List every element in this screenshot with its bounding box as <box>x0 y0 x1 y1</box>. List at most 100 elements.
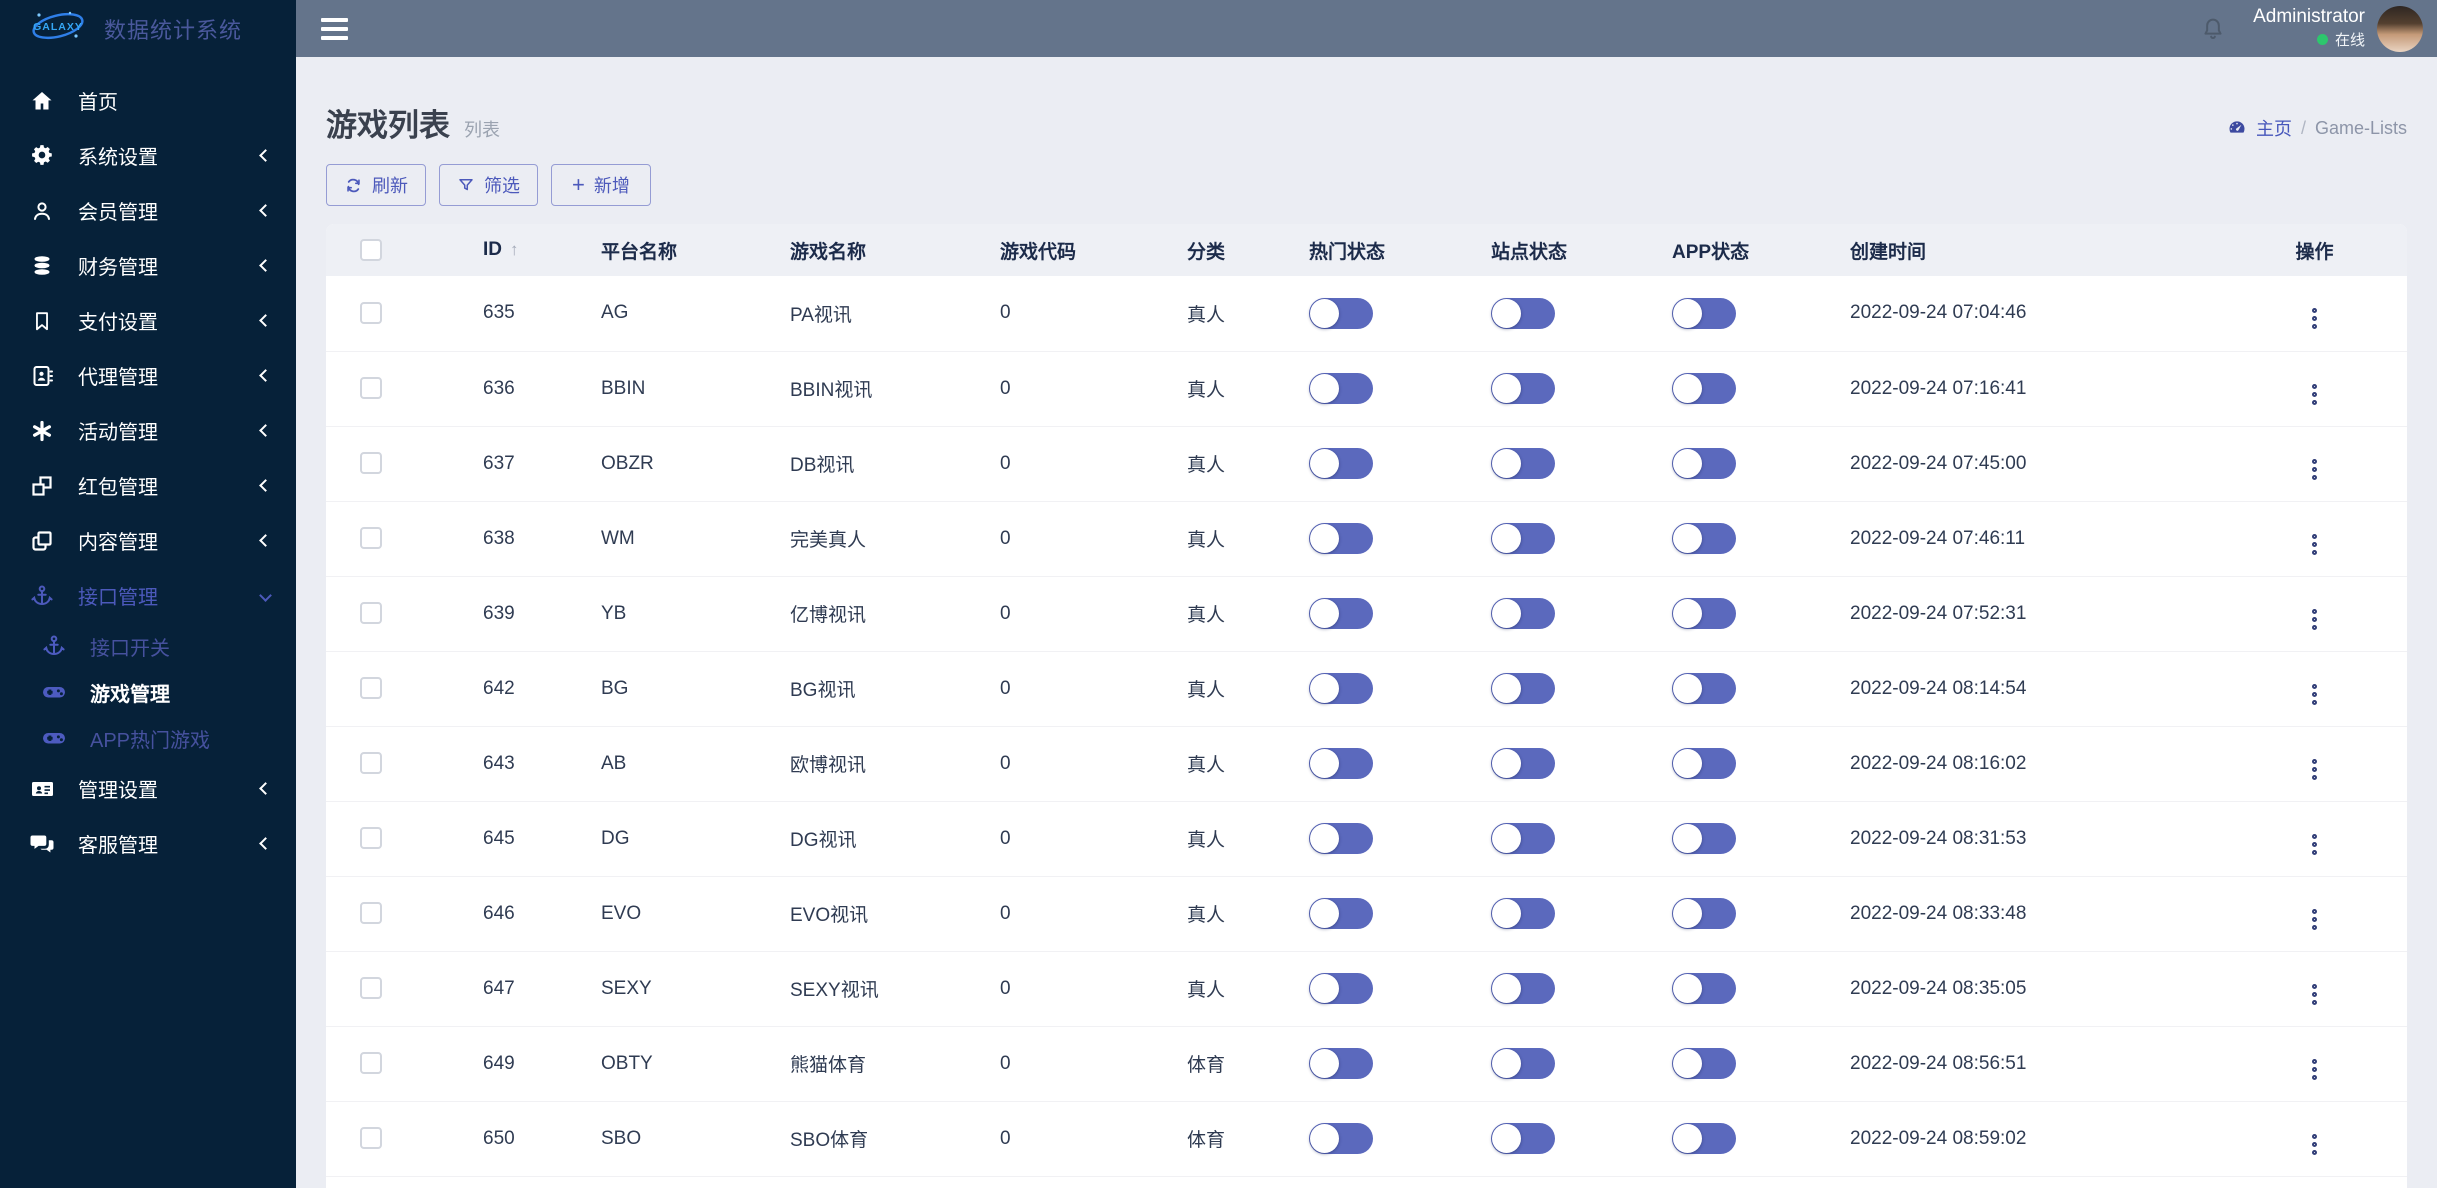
id-card-icon <box>26 777 58 801</box>
row-checkbox[interactable] <box>360 302 382 325</box>
row-actions-menu[interactable] <box>2312 383 2317 405</box>
add-button[interactable]: + 新增 <box>551 164 651 206</box>
hot-status-toggle[interactable] <box>1309 373 1373 404</box>
sidebar-item-接口管理[interactable]: 接口管理 <box>0 568 296 623</box>
row-checkbox[interactable] <box>360 752 382 775</box>
site-status-toggle[interactable] <box>1491 523 1555 554</box>
sidebar-item-客服管理[interactable]: 客服管理 <box>0 816 296 871</box>
row-actions-menu[interactable] <box>2312 758 2317 780</box>
row-actions-menu[interactable] <box>2312 1058 2317 1080</box>
row-checkbox[interactable] <box>360 677 382 700</box>
row-checkbox[interactable] <box>360 1127 382 1150</box>
sidebar-item-系统设置[interactable]: 系统设置 <box>0 128 296 183</box>
row-checkbox[interactable] <box>360 902 382 925</box>
chevron-icon <box>259 314 272 327</box>
sidebar-item-红包管理[interactable]: 红包管理 <box>0 458 296 513</box>
hot-status-toggle[interactable] <box>1309 973 1373 1004</box>
app-status-toggle[interactable] <box>1672 673 1736 704</box>
row-actions-menu[interactable] <box>2312 308 2317 330</box>
site-status-toggle[interactable] <box>1491 898 1555 929</box>
row-checkbox[interactable] <box>360 977 382 1000</box>
sidebar-item-首页[interactable]: 首页 <box>0 73 296 128</box>
site-status-toggle[interactable] <box>1491 1048 1555 1079</box>
hot-status-toggle[interactable] <box>1309 297 1373 329</box>
table-row: 643 AB 欧博视讯 0 真人 2022-09-24 08:16:02 <box>326 726 2407 802</box>
row-actions-menu[interactable] <box>2312 608 2317 630</box>
refresh-button[interactable]: 刷新 <box>326 164 426 206</box>
row-actions-menu[interactable] <box>2312 833 2317 855</box>
hot-status-toggle[interactable] <box>1309 1123 1373 1154</box>
app-status-toggle[interactable] <box>1672 1123 1736 1154</box>
app-status-toggle[interactable] <box>1672 973 1736 1004</box>
row-actions-menu[interactable] <box>2312 908 2317 930</box>
row-checkbox[interactable] <box>360 452 382 475</box>
app-status-toggle[interactable] <box>1672 523 1736 554</box>
user-avatar[interactable] <box>2377 5 2423 52</box>
select-all-checkbox[interactable] <box>360 238 382 261</box>
sidebar-subitem-APP热门游戏[interactable]: APP热门游戏 <box>0 715 296 761</box>
sort-asc-icon[interactable]: ↑ <box>510 240 519 259</box>
site-status-toggle[interactable] <box>1491 1123 1555 1154</box>
site-status-toggle[interactable] <box>1491 598 1555 629</box>
row-actions-menu[interactable] <box>2312 458 2317 480</box>
cell-id: 638 <box>449 501 567 577</box>
sidebar-item-支付设置[interactable]: 支付设置 <box>0 293 296 348</box>
hot-status-toggle[interactable] <box>1309 748 1373 779</box>
app-status-toggle[interactable] <box>1672 598 1736 629</box>
sidebar-subitem-接口开关[interactable]: 接口开关 <box>0 623 296 669</box>
app-status-toggle[interactable] <box>1672 373 1736 404</box>
row-actions-menu[interactable] <box>2312 1133 2317 1155</box>
cell-created-time: 2022-09-24 07:16:41 <box>1816 351 2222 427</box>
sidebar-item-内容管理[interactable]: 内容管理 <box>0 513 296 568</box>
cell-game-code: 0 <box>966 801 1153 877</box>
comments-icon <box>26 832 58 856</box>
row-checkbox[interactable] <box>360 1052 382 1075</box>
cell-game-name: PA视讯 <box>756 276 966 352</box>
column-header-id[interactable]: ID ↑ <box>449 224 567 276</box>
app-status-toggle[interactable] <box>1672 297 1736 329</box>
hot-status-toggle[interactable] <box>1309 898 1373 929</box>
cell-id: 646 <box>449 876 567 952</box>
row-checkbox[interactable] <box>360 527 382 550</box>
cell-id: 639 <box>449 576 567 652</box>
menu-toggle-button[interactable] <box>321 17 348 40</box>
site-status-toggle[interactable] <box>1491 973 1555 1004</box>
hot-status-toggle[interactable] <box>1309 448 1373 479</box>
row-actions-menu[interactable] <box>2312 983 2317 1005</box>
app-status-toggle[interactable] <box>1672 748 1736 779</box>
app-status-toggle[interactable] <box>1672 1048 1736 1079</box>
cell-created-time: 2022-09-24 08:35:05 <box>1816 951 2222 1027</box>
site-status-toggle[interactable] <box>1491 297 1555 329</box>
row-checkbox[interactable] <box>360 602 382 625</box>
site-status-toggle[interactable] <box>1491 748 1555 779</box>
cell-created-time: 2022-09-24 08:59:02 <box>1816 1101 2222 1177</box>
sidebar-item-财务管理[interactable]: 财务管理 <box>0 238 296 293</box>
row-checkbox[interactable] <box>360 827 382 850</box>
hot-status-toggle[interactable] <box>1309 823 1373 854</box>
sidebar-item-代理管理[interactable]: 代理管理 <box>0 348 296 403</box>
hot-status-toggle[interactable] <box>1309 1048 1373 1079</box>
app-status-toggle[interactable] <box>1672 448 1736 479</box>
app-status-toggle[interactable] <box>1672 898 1736 929</box>
site-status-toggle[interactable] <box>1491 673 1555 704</box>
sidebar-item-管理设置[interactable]: 管理设置 <box>0 761 296 816</box>
sidebar-item-会员管理[interactable]: 会员管理 <box>0 183 296 238</box>
site-status-toggle[interactable] <box>1491 448 1555 479</box>
app-status-toggle[interactable] <box>1672 823 1736 854</box>
row-actions-menu[interactable] <box>2312 683 2317 705</box>
user-name[interactable]: Administrator <box>2253 7 2365 26</box>
breadcrumb-home-link[interactable]: 主页 <box>2256 115 2292 141</box>
row-actions-menu[interactable] <box>2312 533 2317 555</box>
site-status-toggle[interactable] <box>1491 823 1555 854</box>
sidebar-subitem-游戏管理[interactable]: 游戏管理 <box>0 669 296 715</box>
site-status-toggle[interactable] <box>1491 373 1555 404</box>
gamepad-icon <box>38 680 70 704</box>
hot-status-toggle[interactable] <box>1309 523 1373 554</box>
filter-button[interactable]: 筛选 <box>439 164 538 206</box>
hot-status-toggle[interactable] <box>1309 673 1373 704</box>
row-checkbox[interactable] <box>360 377 382 400</box>
sidebar-item-活动管理[interactable]: 活动管理 <box>0 403 296 458</box>
hot-status-toggle[interactable] <box>1309 598 1373 629</box>
cell-category: 体育 <box>1153 1026 1275 1102</box>
notifications-bell-icon[interactable] <box>2199 15 2227 43</box>
